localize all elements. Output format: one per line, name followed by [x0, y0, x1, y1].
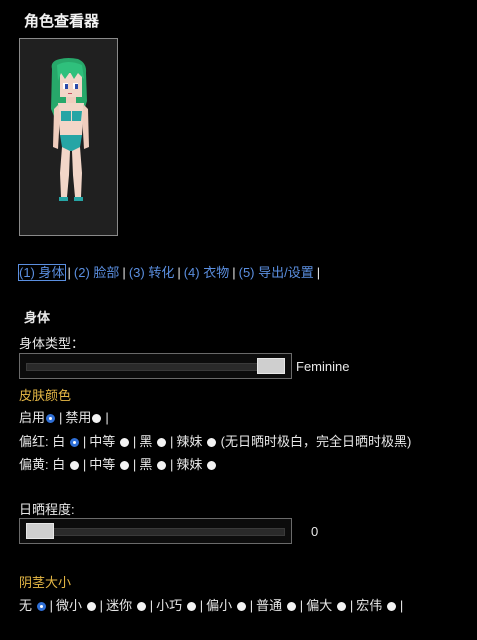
row-label: 偏红: [19, 434, 49, 449]
tan-label: 日晒程度: [19, 502, 75, 517]
option-label: 白 [52, 434, 66, 449]
size-option-radio[interactable] [236, 602, 246, 611]
size-option-label: 普通 [256, 598, 283, 613]
option-label: 白 [52, 457, 66, 472]
character-preview [19, 38, 118, 236]
option-radio[interactable] [156, 438, 166, 447]
size-heading: 阴茎大小 [19, 575, 72, 590]
option-radio[interactable] [69, 438, 79, 447]
size-row: 无 | 微小 | 迷你 | 小巧 | 偏小 | 普通 | 偏大 | 宏伟 | [19, 595, 406, 614]
tab-clothes[interactable]: (4) 衣物 [184, 265, 230, 280]
size-option-radio[interactable] [386, 602, 396, 611]
option-radio[interactable] [206, 438, 216, 447]
body-type-value: Feminine [296, 359, 350, 374]
option-separator: | [349, 598, 354, 613]
tab-separator: | [177, 265, 181, 280]
size-option-label: 偏大 [306, 598, 333, 613]
slider-track [26, 363, 285, 371]
size-option-label: 宏伟 [356, 598, 383, 613]
tab-bar: (1) 身体 | (2) 脸部 | (3) 转化 | (4) 衣物 | (5) 导出/设置 | [18, 262, 323, 281]
option-separator: | [249, 598, 254, 613]
size-option-radio[interactable] [136, 602, 146, 611]
tan-slider[interactable] [19, 518, 292, 544]
option-separator: | [399, 598, 404, 613]
option-separator: | [149, 598, 154, 613]
size-option-label: 小巧 [156, 598, 183, 613]
size-option-radio[interactable] [286, 602, 296, 611]
option-label: 黑 [139, 457, 153, 472]
slider-thumb[interactable] [26, 523, 54, 539]
option-label: 辣妹 [176, 457, 203, 472]
option-separator: | [82, 457, 87, 472]
option-radio[interactable] [156, 461, 166, 470]
tab-separator: | [316, 265, 321, 280]
size-option-radio[interactable] [36, 602, 46, 611]
size-option-radio[interactable] [186, 602, 196, 611]
body-type-label: 身体类型： [19, 336, 85, 351]
tab-face[interactable]: (2) 脸部 [74, 265, 120, 280]
option-separator: | [169, 457, 174, 472]
option-separator: | [169, 434, 174, 449]
size-option-label: 无 [19, 598, 33, 613]
option-label: 黑 [139, 434, 153, 449]
option-separator: | [99, 598, 104, 613]
disable-radio[interactable] [92, 414, 102, 423]
row-label: 偏黄: [19, 457, 49, 472]
size-option-label: 迷你 [106, 598, 133, 613]
slider-thumb[interactable] [257, 358, 285, 374]
option-separator: | [132, 434, 137, 449]
option-label: 辣妹 [176, 434, 203, 449]
enable-label: 启用 [19, 410, 46, 425]
tab-export-settings[interactable]: (5) 导出/设置 [239, 265, 314, 280]
option-separator: | [82, 434, 87, 449]
section-title: 身体 [24, 310, 51, 325]
tab-transform[interactable]: (3) 转化 [129, 265, 175, 280]
character-sprite [51, 58, 89, 201]
option-separator: | [49, 598, 54, 613]
slider-track [26, 528, 285, 536]
option-separator: | [132, 457, 137, 472]
tan-value: 0 [311, 524, 319, 539]
skin-note: (无日晒时极白，完全日晒时极黑) [220, 434, 412, 449]
option-label: 中等 [89, 434, 116, 449]
tab-body[interactable]: (1) 身体 [18, 264, 66, 281]
size-option-label: 偏小 [206, 598, 233, 613]
option-radio[interactable] [119, 461, 129, 470]
option-radio[interactable] [119, 438, 129, 447]
option-separator: | [199, 598, 204, 613]
tab-separator: | [122, 265, 126, 280]
tab-separator: | [232, 265, 236, 280]
enable-radio[interactable] [46, 414, 56, 423]
skin-color-heading: 皮肤颜色 [19, 388, 72, 403]
tab-separator: | [67, 265, 71, 280]
option-radio[interactable] [69, 461, 79, 470]
size-option-label: 微小 [56, 598, 83, 613]
size-option-radio[interactable] [86, 602, 96, 611]
page-title: 角色查看器 [24, 13, 100, 30]
option-label: 中等 [89, 457, 116, 472]
skin-red-row: 偏红: 白 | 中等 | 黑 | 辣妹 (无日晒时极白，完全日晒时极黑) [19, 431, 411, 450]
option-radio[interactable] [206, 461, 216, 470]
skin-enable-row: 启用 | 禁用 | [19, 410, 109, 425]
skin-yellow-row: 偏黄: 白 | 中等 | 黑 | 辣妹 [19, 454, 217, 473]
disable-label: 禁用 [65, 410, 92, 425]
body-type-slider[interactable] [19, 353, 292, 379]
option-separator: | [299, 598, 304, 613]
size-option-radio[interactable] [336, 602, 346, 611]
